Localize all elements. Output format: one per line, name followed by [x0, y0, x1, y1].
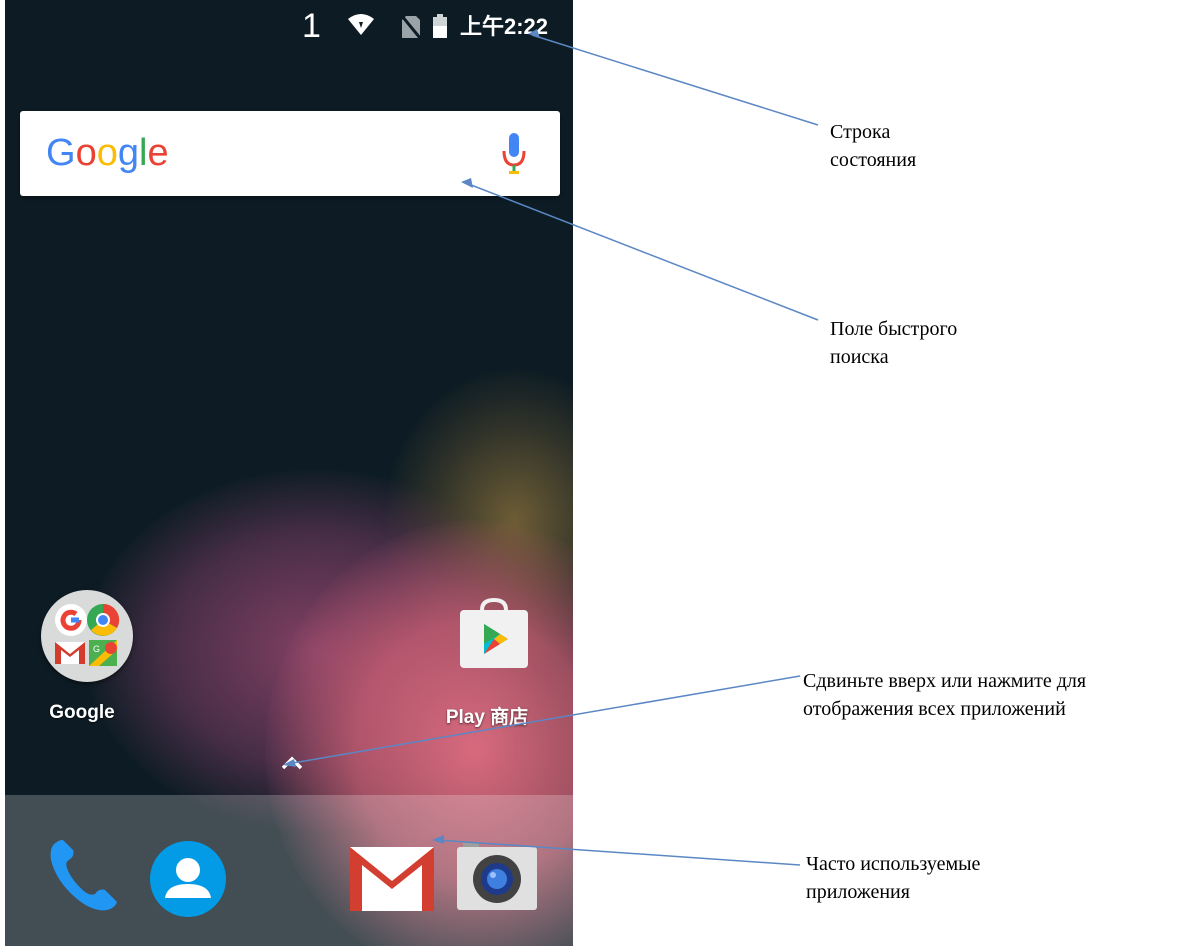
- page: 1 上午2:22 Google G Google Play 商店 Строка …: [0, 0, 1184, 946]
- callout-status-bar: Строка состояния: [830, 118, 916, 174]
- callout-drawer: Сдвиньте вверх или нажмите для отображен…: [803, 667, 1086, 723]
- callout-line-drawer: [286, 675, 801, 765]
- callout-line-search: [465, 182, 819, 321]
- callout-line-status-bar: [531, 34, 819, 126]
- callout-line-2: состояния: [830, 149, 917, 171]
- callout-line-1: Часто используемые: [806, 853, 981, 875]
- callout-line-1: Сдвиньте вверх или нажмите для: [803, 670, 1087, 692]
- callout-line-dock: [436, 839, 801, 866]
- callout-dock: Часто используемые приложения: [806, 850, 980, 906]
- callout-line-2: отображения всех приложений: [803, 698, 1066, 720]
- callout-line-1: Поле быстрого: [830, 318, 958, 340]
- callout-line-2: приложения: [806, 881, 910, 903]
- callout-line-1: Строка: [830, 121, 891, 143]
- callout-lines: [283, 29, 819, 866]
- callout-line-2: поиска: [830, 346, 889, 368]
- callout-search: Поле быстрого поиска: [830, 315, 957, 371]
